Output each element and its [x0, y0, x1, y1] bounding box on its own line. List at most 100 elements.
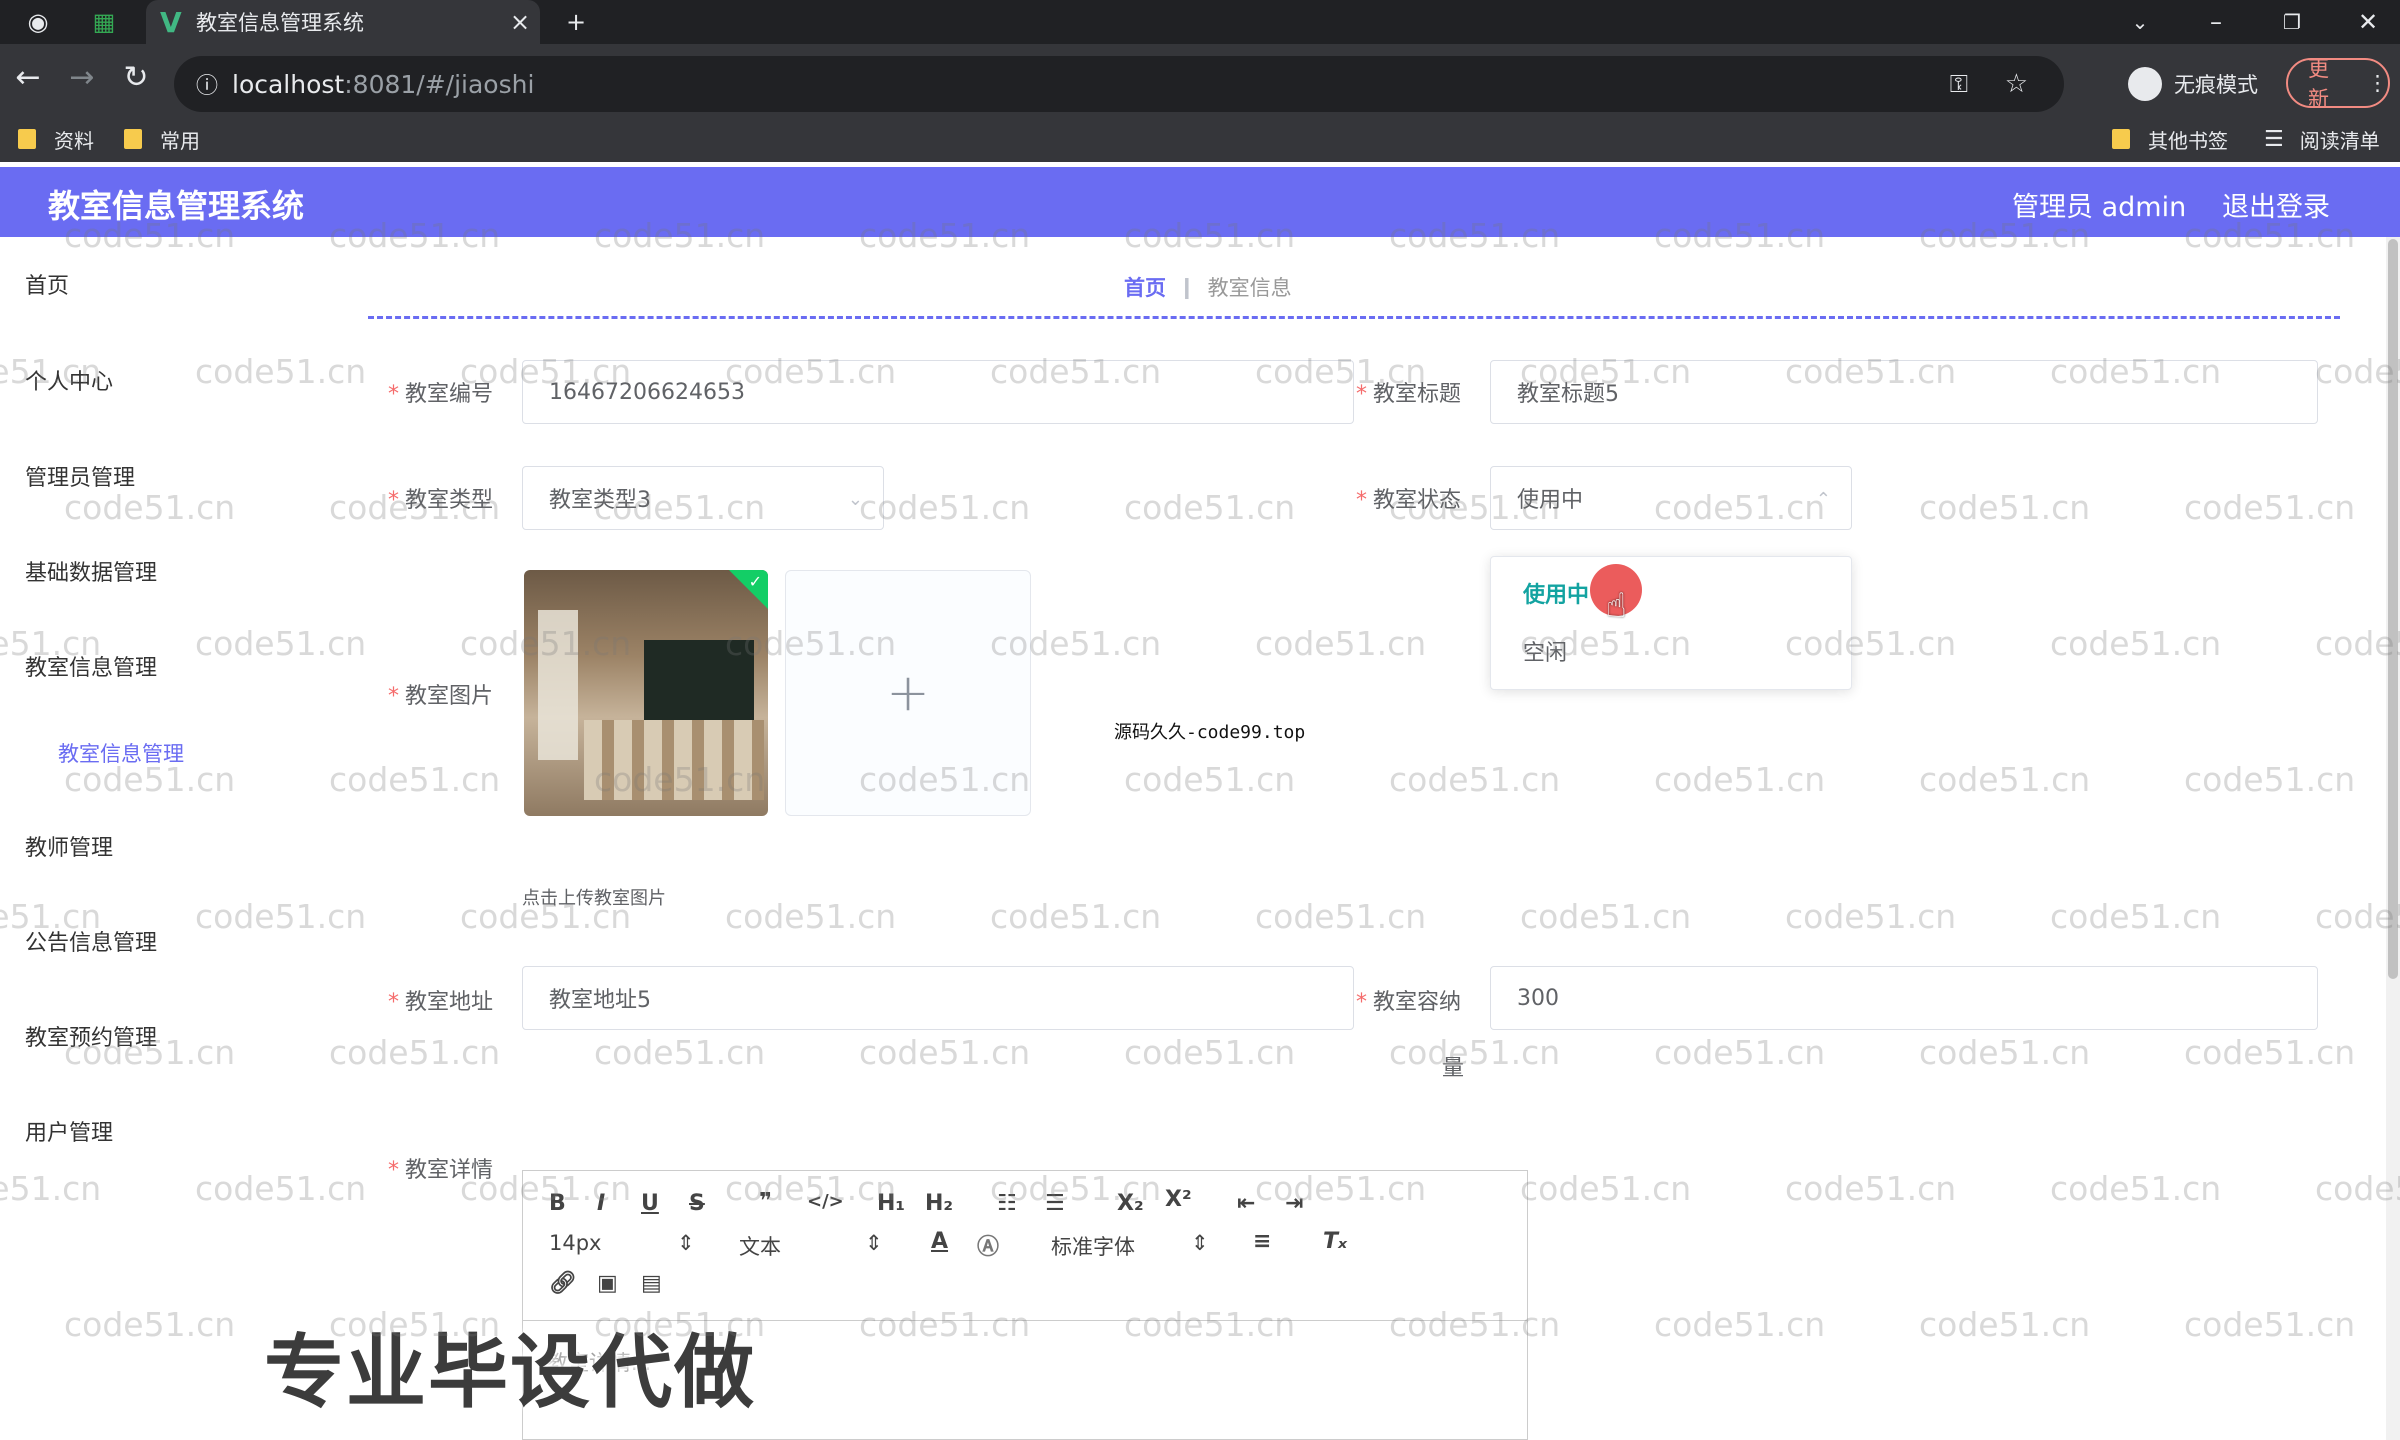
bookmark-label: 资料 [54, 128, 94, 153]
other-bookmarks[interactable]: 其他书签 [2112, 116, 2228, 162]
app-title: 教室信息管理系统 [48, 187, 305, 225]
ordered-list-icon[interactable]: ☷ [997, 1191, 1017, 1216]
strike-icon[interactable]: S [689, 1191, 705, 1216]
tab-close-icon[interactable]: × [500, 8, 540, 36]
tab-search-icon[interactable]: ⌄ [2124, 6, 2156, 38]
active-tab[interactable]: V 教室信息管理系统 × [146, 0, 540, 44]
outdent-icon[interactable]: ⇤ [1237, 1191, 1255, 1216]
bold-icon[interactable]: B [549, 1191, 566, 1216]
status-option-idle[interactable]: 空闲 [1523, 635, 1567, 667]
align-icon[interactable]: ≡ [1253, 1229, 1271, 1254]
font-family-select[interactable]: 标准字体 [1051, 1231, 1135, 1261]
other-bookmarks-label: 其他书签 [2148, 128, 2228, 153]
sidebar-item-admin[interactable]: 管理员管理 [25, 460, 135, 492]
font-size-arrow-icon: ⇕ [677, 1231, 695, 1255]
new-tab-icon[interactable]: + [560, 6, 592, 38]
type-select-value: 教室类型3 [549, 488, 651, 513]
browser-menu-icon[interactable]: ◉ [22, 6, 54, 38]
folder-icon [18, 129, 36, 149]
incognito-icon [2128, 67, 2162, 101]
clear-format-icon[interactable]: Tₓ [1323, 1229, 1347, 1254]
breadcrumb: 首页 ❙ 教室信息 [1124, 272, 1292, 302]
upload-button[interactable]: + [785, 570, 1031, 816]
sheet-tab-icon[interactable]: ▦ [88, 6, 120, 38]
video-icon[interactable]: ▤ [641, 1271, 662, 1296]
title-label: * 教室标题 [1356, 382, 1462, 407]
reload-icon[interactable]: ↻ [116, 60, 156, 95]
address-bar[interactable]: ⓘ localhost:8081/#/jiaoshi ⚿ ☆ [174, 56, 2064, 112]
back-icon[interactable]: ← [8, 60, 48, 95]
site-info-icon[interactable]: ⓘ [196, 68, 232, 100]
incognito-label: 无痕模式 [2174, 73, 2258, 97]
code-icon[interactable]: </> [807, 1191, 844, 1212]
sidebar-item-reservation[interactable]: 教室预约管理 [25, 1020, 157, 1052]
image-icon[interactable]: ▣ [597, 1271, 618, 1296]
header-divider [368, 316, 2340, 319]
status-select[interactable]: 使用中 ⌃ [1490, 466, 1852, 530]
restore-icon[interactable]: ❐ [2276, 6, 2308, 38]
sidebar-item-base-data[interactable]: 基础数据管理 [25, 555, 157, 587]
breadcrumb-separator-icon: ❙ [1178, 275, 1196, 299]
bookmark-folder-ziliao[interactable]: 资料 [18, 116, 94, 162]
link-icon[interactable]: 🔗︎ [549, 1271, 577, 1296]
italic-icon[interactable]: I [597, 1191, 605, 1216]
capacity-input[interactable]: 300 [1490, 966, 2318, 1030]
upload-hint: 点击上传教室图片 [522, 888, 666, 909]
status-option-in-use[interactable]: 使用中 [1523, 577, 1589, 609]
screen: ◉ ▦ V 教室信息管理系统 × + ⌄ – ❐ ✕ ← → ↻ ⓘ local… [0, 0, 2400, 1440]
block-format-arrow-icon: ⇕ [865, 1231, 883, 1255]
hand-cursor-icon: ☝ [1606, 586, 1627, 626]
scrollbar-thumb[interactable] [2388, 239, 2398, 979]
classroom-photo[interactable]: ✓ [524, 570, 768, 816]
indent-icon[interactable]: ⇥ [1285, 1191, 1303, 1216]
key-icon[interactable]: ⚿ [1950, 70, 1968, 98]
sidebar-item-users[interactable]: 用户管理 [25, 1115, 113, 1147]
capacity-label-wrap: 量 [1442, 1056, 1465, 1081]
type-select[interactable]: 教室类型3 ⌄ [522, 466, 884, 530]
block-format-select[interactable]: 文本 [739, 1231, 781, 1261]
update-button[interactable]: 更新 ⋮ [2286, 57, 2390, 111]
bookmark-star-icon[interactable]: ☆ [2005, 69, 2028, 99]
photo-desks [584, 720, 764, 800]
tab-title: 教室信息管理系统 [196, 11, 364, 35]
subscript-icon[interactable]: X₂ [1117, 1191, 1144, 1216]
window-close-icon[interactable]: ✕ [2352, 6, 2384, 38]
address-label: * 教室地址 [388, 990, 494, 1015]
sidebar-item-profile[interactable]: 个人中心 [25, 364, 113, 396]
kebab-menu-icon: ⋮ [2367, 71, 2388, 95]
blockquote-icon[interactable]: ❞ [759, 1189, 772, 1214]
sidebar-item-teacher[interactable]: 教师管理 [25, 830, 113, 862]
h2-icon[interactable]: H₂ [925, 1191, 953, 1216]
h1-icon[interactable]: H₁ [877, 1191, 905, 1216]
underline-icon[interactable]: U [641, 1191, 659, 1216]
sidebar-item-classroom[interactable]: 教室信息管理 [25, 650, 157, 682]
bullet-list-icon[interactable]: ☰ [1045, 1191, 1065, 1216]
background-color-icon[interactable]: Ⓐ [977, 1229, 999, 1261]
bookmarks-bar: 资料 常用 其他书签 ☰ 阅读清单 [0, 116, 2400, 162]
vue-logo-icon: V [160, 5, 182, 39]
forward-icon[interactable]: → [62, 60, 102, 95]
incognito-indicator[interactable]: 无痕模式 [2128, 56, 2258, 112]
number-input[interactable]: 16467206624653 [522, 360, 1354, 424]
address-input[interactable]: 教室地址5 [522, 966, 1354, 1030]
sidebar-item-home[interactable]: 首页 [25, 268, 69, 300]
bookmark-folder-changyong[interactable]: 常用 [124, 116, 200, 162]
app-header: 教室信息管理系统 管理员 admin 退出登录 [0, 167, 2400, 237]
font-color-icon[interactable]: A [931, 1229, 948, 1254]
check-icon: ✓ [748, 572, 762, 591]
title-input[interactable]: 教室标题5 [1490, 360, 2318, 424]
page-scrollbar[interactable] [2386, 237, 2400, 1440]
minimize-icon[interactable]: – [2200, 6, 2232, 38]
superscript-icon[interactable]: X² [1165, 1187, 1192, 1212]
breadcrumb-home[interactable]: 首页 [1124, 272, 1166, 302]
detail-label: * 教室详情 [388, 1158, 494, 1183]
font-size-select[interactable]: 14px [549, 1231, 601, 1255]
sidebar-subitem-classroom[interactable]: 教室信息管理 [58, 738, 184, 768]
bookmark-label: 常用 [160, 128, 200, 153]
logout-link[interactable]: 退出登录 [2222, 185, 2330, 224]
reading-list[interactable]: ☰ 阅读清单 [2264, 116, 2380, 162]
capacity-label: * 教室容纳 [1356, 990, 1462, 1015]
reading-list-label: 阅读清单 [2299, 128, 2380, 153]
editor-toolbar: B I U S ❞ </> H₁ H₂ ☷ ☰ X₂ X² ⇤ ⇥ 14px ⇕… [523, 1171, 1527, 1321]
sidebar-item-notice[interactable]: 公告信息管理 [25, 925, 157, 957]
